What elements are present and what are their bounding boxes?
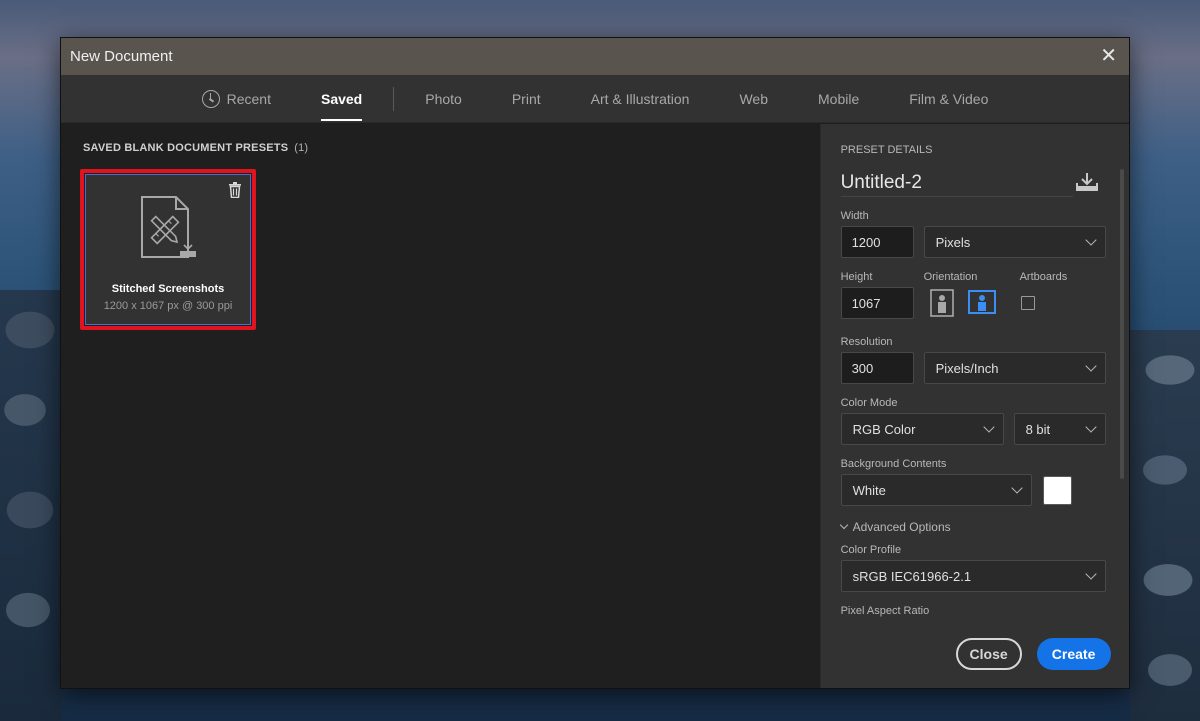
document-name-input[interactable] [840,169,1073,197]
tab-label: Saved [320,90,363,107]
resolution-unit-select[interactable]: Pixels/Inch [923,352,1106,384]
tab-art-illustration[interactable]: Art & Illustration [566,75,715,123]
preset-category-tabs: Recent Saved Photo Print Art & Illustrat… [61,75,1129,123]
details-scrollbar[interactable] [1120,169,1124,479]
chevron-down-icon [1084,360,1097,372]
background-rocks-right [1130,330,1200,721]
create-button[interactable]: Create [1036,638,1111,670]
tab-recent[interactable]: Recent [177,75,296,123]
tab-label: Art & Illustration [590,90,690,107]
tab-film-video[interactable]: Film & Video [884,75,1013,123]
resolution-input[interactable]: 300 [840,352,914,384]
chevron-down-icon [982,421,995,433]
pixel-aspect-ratio-label: Pixel Aspect Ratio [840,605,930,617]
chevron-down-icon [1084,568,1097,580]
tab-print[interactable]: Print [487,75,566,123]
tab-label: Recent [226,90,271,107]
color-mode-label: Color Mode [840,397,898,409]
section-title-text: SAVED BLANK DOCUMENT PRESETS [83,142,289,154]
trash-icon[interactable] [228,182,242,198]
tab-label: Mobile [818,90,860,107]
dialog-content: SAVED BLANK DOCUMENT PRESETS (1) Stitche… [61,124,1129,688]
save-preset-icon[interactable] [1075,172,1099,192]
color-profile-value: sRGB IEC61966-2.1 [852,568,972,584]
tab-web[interactable]: Web [714,75,793,123]
presets-count: (1) [294,142,309,154]
bit-depth-value: 8 bit [1025,421,1051,437]
height-label: Height [840,271,873,283]
background-color-swatch[interactable] [1042,476,1072,505]
advanced-options-label: Advanced Options [852,520,951,534]
dialog-title: New Document [70,48,173,65]
color-profile-label: Color Profile [840,544,902,556]
preset-card[interactable]: Stitched Screenshots 1200 x 1067 px @ 30… [80,169,256,330]
resolution-unit-value: Pixels/Inch [935,360,999,376]
background-contents-value: White [852,482,886,498]
width-input[interactable]: 1200 [840,226,914,258]
background-contents-select[interactable]: White [840,474,1032,506]
orientation-label: Orientation [923,271,978,283]
chevron-down-icon [1084,421,1097,433]
width-unit-value: Pixels [935,234,971,250]
chevron-down-icon [839,520,848,530]
document-preset-icon [141,196,196,258]
background-contents-label: Background Contents [840,458,947,470]
tab-label: Film & Video [909,90,989,107]
preset-spec: 1200 x 1067 px @ 300 ppi [103,300,233,312]
height-input[interactable]: 1067 [840,287,914,319]
tab-label: Print [511,90,541,107]
chevron-down-icon [1084,234,1097,246]
portrait-orientation-icon[interactable] [929,289,954,317]
advanced-options-toggle[interactable]: Advanced Options [839,520,951,534]
tab-divider [393,86,395,111]
dialog-titlebar: New Document ✕ [61,38,1129,75]
background-rocks-left [0,290,62,721]
landscape-orientation-icon[interactable] [967,290,996,314]
width-unit-select[interactable]: Pixels [923,226,1106,258]
tab-label: Photo [425,90,462,107]
chevron-down-icon [1010,482,1023,494]
close-button[interactable]: Close [955,638,1022,670]
preset-card-body: Stitched Screenshots 1200 x 1067 px @ 30… [85,174,251,325]
preset-name: Stitched Screenshots [111,283,225,295]
preset-details-pane: PRESET DETAILS Width 1200 Pixels Height … [819,124,1129,688]
clock-icon [201,89,220,108]
tab-photo[interactable]: Photo [400,75,487,123]
width-label: Width [840,210,869,222]
color-mode-value: RGB Color [852,421,916,437]
close-icon[interactable]: ✕ [1100,45,1117,67]
resolution-label: Resolution [840,336,893,348]
presets-section-title: SAVED BLANK DOCUMENT PRESETS (1) [83,142,308,154]
artboards-label: Artboards [1019,271,1068,283]
tab-label: Web [739,90,768,107]
color-mode-select[interactable]: RGB Color [840,413,1004,445]
artboards-checkbox[interactable] [1020,296,1035,310]
bit-depth-select[interactable]: 8 bit [1013,413,1106,445]
preset-details-header: PRESET DETAILS [840,144,933,156]
tab-mobile[interactable]: Mobile [793,75,884,123]
tab-saved[interactable]: Saved [296,75,387,123]
new-document-dialog: New Document ✕ Recent Saved Photo Print … [60,37,1130,689]
color-profile-select[interactable]: sRGB IEC61966-2.1 [840,560,1106,592]
presets-pane: SAVED BLANK DOCUMENT PRESETS (1) Stitche… [61,124,820,688]
